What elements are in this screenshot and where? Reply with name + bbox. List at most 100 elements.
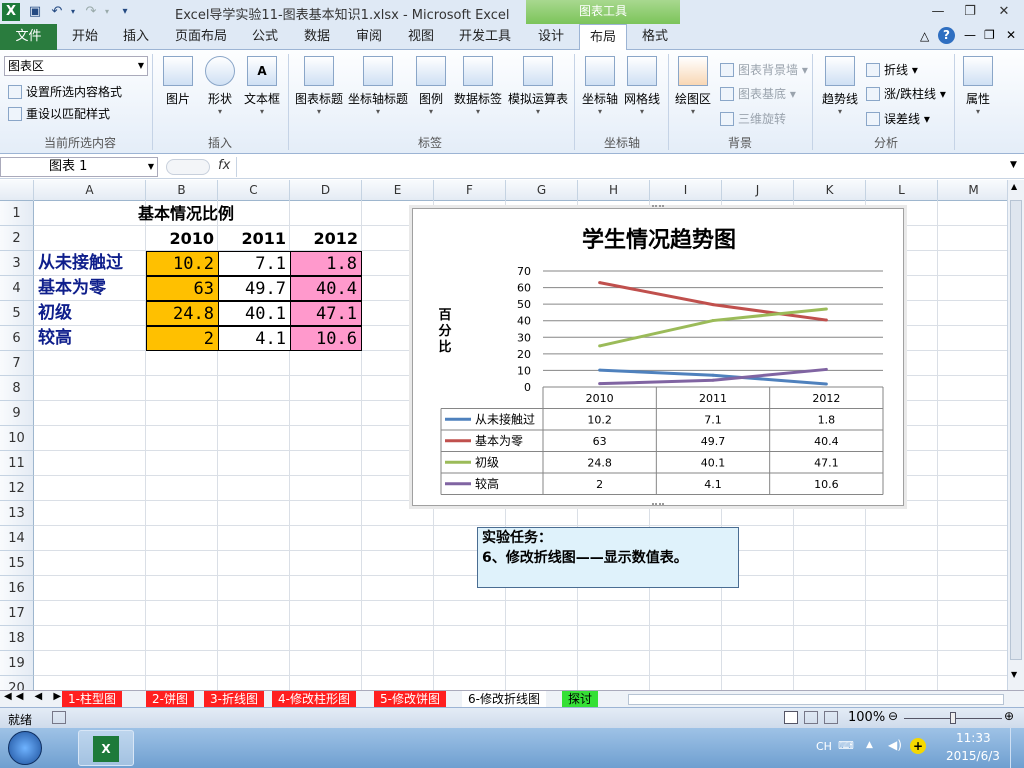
y-axis-title[interactable]: 百分比 [438,308,451,355]
data-cell[interactable]: 63 [146,276,219,301]
row-header[interactable]: 13 [0,501,34,526]
row-header[interactable]: 18 [0,626,34,651]
data-point[interactable] [598,344,602,348]
customize-qat-icon[interactable]: ▾ [116,3,134,21]
row-header[interactable]: 1 [0,201,34,226]
chart-title-button[interactable]: 图表标题 ▾ [294,56,344,117]
close-icon[interactable]: ✕ [990,2,1018,22]
data-cell[interactable]: 4.1 [218,326,291,351]
zoom-level[interactable]: 100% [848,710,885,725]
chart-floor-button[interactable]: 图表基底 ▾ [720,85,796,102]
tab-page-layout[interactable]: 页面布局 [168,24,234,50]
tab-format[interactable]: 格式 [632,24,678,50]
normal-view-icon[interactable] [784,711,798,724]
data-point[interactable] [824,307,828,311]
tab-file[interactable]: 文件 [0,24,57,50]
taskbar-excel-button[interactable]: X [78,730,134,766]
data-point[interactable] [824,318,828,322]
data-cell[interactable]: 24.8 [146,301,219,326]
help-icon[interactable]: ? [938,27,955,44]
row-header[interactable]: 16 [0,576,34,601]
tab-home[interactable]: 开始 [62,24,108,50]
insert-function-icon[interactable]: fx [218,158,230,173]
row-header[interactable]: 3 [0,251,34,276]
data-cell[interactable]: 47.1 [290,301,362,326]
clock-time[interactable]: 11:33 [956,731,991,745]
column-header[interactable]: A [34,180,146,201]
column-header[interactable]: I [650,180,722,201]
tab-view[interactable]: 视图 [398,24,444,50]
row-header[interactable]: 5 [0,301,34,326]
excel-app-icon[interactable]: X [2,3,20,21]
restore-icon[interactable]: ❐ [956,2,984,22]
scroll-up-icon[interactable]: ▲ [1011,182,1017,191]
data-point[interactable] [598,368,602,372]
sheet-title-cell[interactable]: 基本情况比例 [138,201,234,226]
row-label-never[interactable]: 从未接触过 [38,251,123,276]
format-selection-button[interactable]: 设置所选内容格式 [8,83,122,100]
lines-button[interactable]: 折线 ▾ [866,61,918,78]
data-point[interactable] [711,373,715,377]
updown-bars-button[interactable]: 涨/跌柱线 ▾ [866,85,946,102]
column-header[interactable]: M [938,180,1008,201]
row-header[interactable]: 14 [0,526,34,551]
row-header[interactable]: 17 [0,601,34,626]
chart-wall-button[interactable]: 图表背景墙 ▾ [720,61,808,78]
tab-insert[interactable]: 插入 [113,24,159,50]
volume-icon[interactable]: ◀) [888,738,902,752]
column-header[interactable]: C [218,180,290,201]
textbox-button[interactable]: A 文本框 ▾ [242,56,282,117]
data-cell[interactable]: 40.1 [218,301,291,326]
zoom-out-icon[interactable]: ⊖ [888,709,898,723]
chart-resize-handle[interactable] [652,503,664,508]
doc-restore-icon[interactable]: ❐ [984,28,995,42]
shapes-button[interactable]: 形状 ▾ [202,56,238,117]
plot-area-button[interactable]: 绘图区 ▾ [672,56,714,117]
minimize-icon[interactable]: — [924,2,952,22]
sheet-tab[interactable]: 5-修改饼图 [374,691,446,707]
horizontal-scrollbar[interactable] [628,694,1004,705]
page-layout-view-icon[interactable] [804,711,818,724]
sheet-tab[interactable]: 1-柱型图 [62,691,122,707]
chart-element-combo[interactable]: 图表区 ▼ [4,56,148,76]
column-header[interactable]: B [146,180,218,201]
row-header[interactable]: 12 [0,476,34,501]
vertical-scrollbar[interactable]: ▲ ▼ [1007,180,1024,690]
chart-resize-handle[interactable] [652,205,664,210]
vertical-scroll-thumb[interactable] [1010,200,1022,660]
doc-close-icon[interactable]: ✕ [1006,28,1016,42]
formula-input[interactable] [236,157,1006,177]
row-header[interactable]: 19 [0,651,34,676]
axes-button[interactable]: 坐标轴 ▾ [580,56,620,117]
row-header[interactable]: 15 [0,551,34,576]
data-point[interactable] [824,382,828,386]
scroll-down-icon[interactable]: ▼ [1011,670,1017,679]
column-header[interactable]: G [506,180,578,201]
ime-indicator[interactable]: CH [816,740,832,753]
row-header[interactable]: 9 [0,401,34,426]
trendline-button[interactable]: 趋势线 ▾ [818,56,862,117]
row-header[interactable]: 7 [0,351,34,376]
tab-layout[interactable]: 布局 [579,24,627,51]
reset-style-button[interactable]: 重设以匹配样式 [8,105,110,122]
data-cell[interactable]: 10.2 [146,251,219,276]
gridlines-button[interactable]: 网格线 ▾ [622,56,662,117]
row-label-advanced[interactable]: 较高 [38,326,72,351]
axis-titles-button[interactable]: 坐标轴标题 ▾ [346,56,410,117]
data-point[interactable] [598,281,602,285]
data-labels-button[interactable]: 数据标签 ▾ [452,56,504,117]
column-header[interactable]: J [722,180,794,201]
legend-button[interactable]: 图例 ▾ [414,56,448,117]
macro-record-icon[interactable] [52,711,66,724]
expand-formula-icon[interactable]: ▼ [1010,160,1017,170]
chart-title[interactable]: 学生情况趋势图 [582,227,736,253]
row-header[interactable]: 4 [0,276,34,301]
3d-rotation-button[interactable]: 三维旋转 [720,110,786,127]
tab-developer[interactable]: 开发工具 [454,24,516,50]
sheet-tab[interactable]: 探讨 [562,691,599,707]
error-bars-button[interactable]: 误差线 ▾ [866,110,930,127]
doc-minimize-icon[interactable]: — [964,28,976,42]
sheet-tab[interactable]: 6-修改折线图 [462,691,546,707]
year-header-2011[interactable]: 2011 [218,226,290,251]
data-point[interactable] [598,382,602,386]
